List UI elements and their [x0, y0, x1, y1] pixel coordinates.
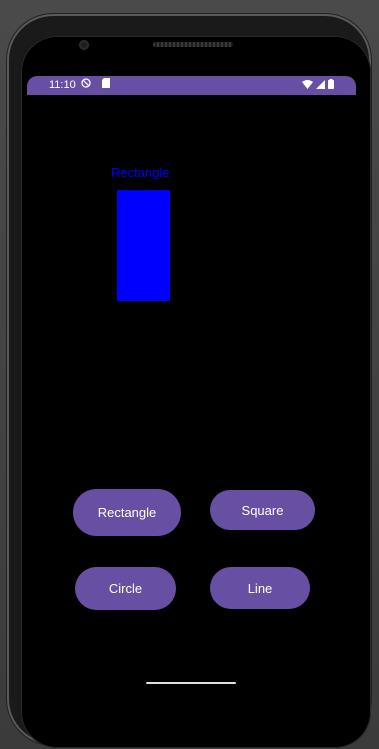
earpiece-speaker: [153, 42, 233, 47]
emulator-frame: 11:10 Rectangle Rectangle Square Circle …: [0, 0, 379, 749]
status-time: 11:10: [49, 78, 76, 91]
wifi-icon: [302, 79, 313, 92]
sd-card-icon: [101, 78, 110, 91]
rectangle-button[interactable]: Rectangle: [73, 489, 181, 536]
status-bar: 11:10: [27, 76, 356, 95]
line-button[interactable]: Line: [210, 567, 310, 609]
app-screen: 11:10 Rectangle Rectangle Square Circle …: [27, 76, 356, 716]
front-camera: [79, 40, 89, 50]
circle-button[interactable]: Circle: [75, 567, 176, 610]
status-left: 11:10: [49, 78, 110, 91]
shape-label: Rectangle: [111, 165, 170, 180]
do-not-disturb-icon: [81, 78, 91, 91]
signal-icon: [316, 79, 325, 92]
drawn-rectangle-shape: [117, 190, 170, 301]
square-button[interactable]: Square: [210, 490, 315, 530]
home-gesture-bar[interactable]: [146, 682, 236, 684]
battery-icon: [328, 79, 334, 92]
status-right: [302, 79, 334, 92]
